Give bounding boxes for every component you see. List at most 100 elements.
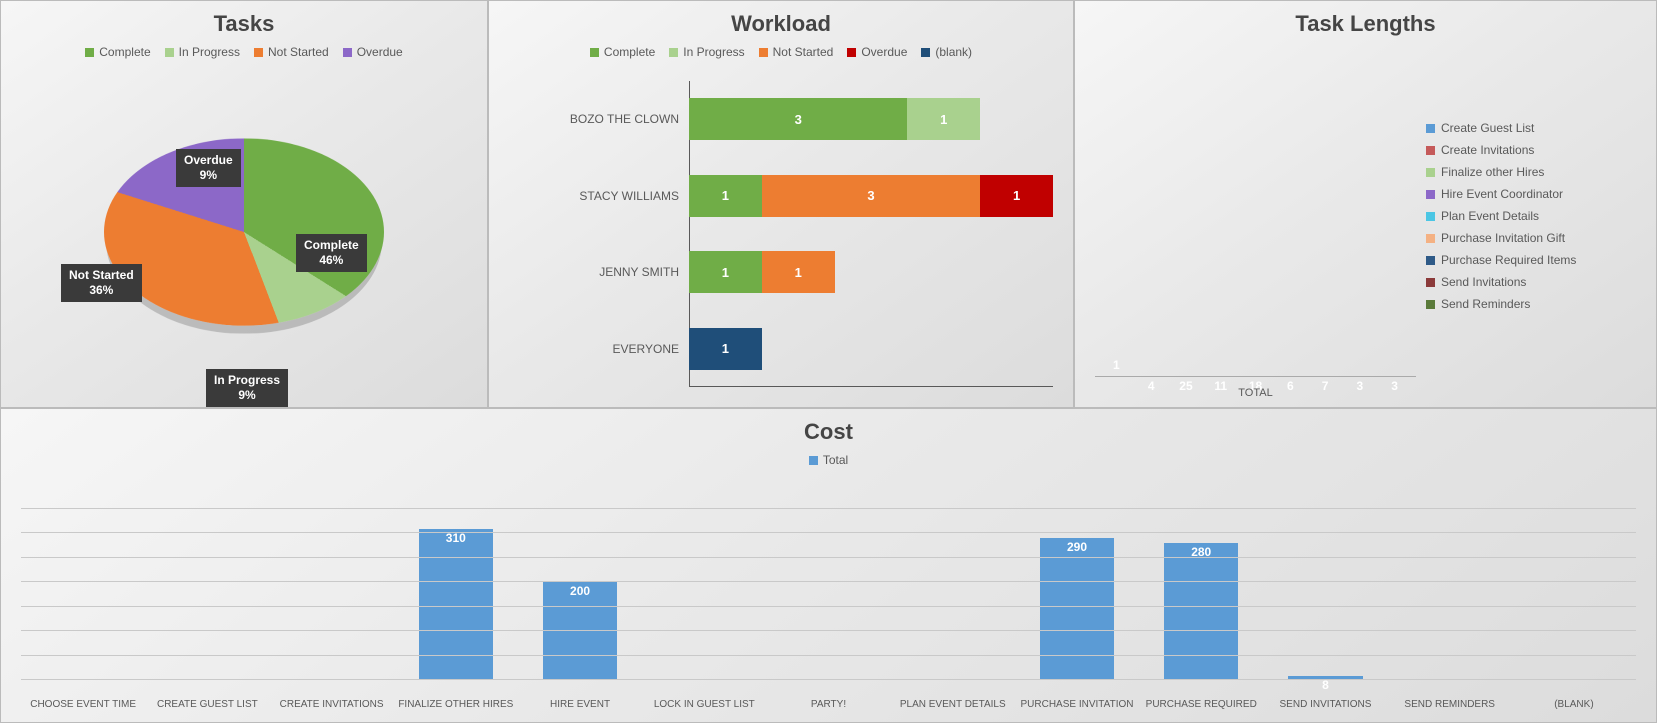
legend-item: Not Started <box>254 45 329 59</box>
cost-gridline <box>21 679 1636 680</box>
legend-swatch <box>343 48 352 57</box>
cost-category-label: HIRE EVENT <box>518 699 642 710</box>
legend-label: Purchase Invitation Gift <box>1441 231 1565 245</box>
cost-category-label: CREATE GUEST LIST <box>145 699 269 710</box>
legend-label: Total <box>823 453 848 467</box>
workload-row: JENNY SMITH11 <box>519 234 1053 311</box>
cost-category-label: PLAN EVENT DETAILS <box>891 699 1015 710</box>
cost-value: 200 <box>543 584 618 598</box>
legend-item: Send Reminders <box>1426 297 1646 311</box>
legend-swatch <box>1426 212 1435 221</box>
legend-swatch <box>1426 256 1435 265</box>
cost-value: 290 <box>1040 540 1115 554</box>
cost-category-label: SEND INVITATIONS <box>1263 699 1387 710</box>
workload-category-label: BOZO THE CLOWN <box>519 112 689 126</box>
workload-track: 131 <box>689 175 1053 217</box>
legend-swatch <box>1426 124 1435 133</box>
legend-label: Purchase Required Items <box>1441 253 1576 267</box>
cost-category-label: LOCK IN GUEST LIST <box>642 699 766 710</box>
cost-gridline <box>21 532 1636 533</box>
legend-item: Hire Event Coordinator <box>1426 187 1646 201</box>
cost-category-label: PURCHASE INVITATION <box>1015 699 1139 710</box>
legend-label: Not Started <box>268 45 329 59</box>
legend-item: Plan Event Details <box>1426 209 1646 223</box>
workload-segment: 1 <box>907 98 980 140</box>
cost-category-label: PURCHASE REQUIRED <box>1139 699 1263 710</box>
legend-swatch <box>1426 300 1435 309</box>
cost-legend: Total <box>1 453 1656 467</box>
cost-category-label: PARTY! <box>766 699 890 710</box>
pie-slice-label: In Progress9% <box>206 369 288 407</box>
legend-swatch <box>759 48 768 57</box>
legend-item: Overdue <box>343 45 403 59</box>
legend-item: In Progress <box>669 45 744 59</box>
tasklengths-xlabel: TOTAL <box>1095 387 1416 399</box>
legend-label: Complete <box>99 45 150 59</box>
cost-bar: 280 <box>1164 543 1239 680</box>
workload-title: Workload <box>489 11 1073 37</box>
tasklengths-title: Task Lengths <box>1075 11 1656 37</box>
cost-category-label: (BLANK) <box>1512 699 1636 710</box>
cost-title: Cost <box>1 419 1656 445</box>
legend-label: In Progress <box>179 45 240 59</box>
legend-item: Purchase Required Items <box>1426 253 1646 267</box>
pie-slice-label: Complete46% <box>296 234 367 272</box>
workload-track: 11 <box>689 251 1053 293</box>
cost-gridline <box>21 655 1636 656</box>
cost-panel: Cost Total 3102002902808 CHOOSE EVENT TI… <box>0 408 1657 723</box>
tasklengths-legend: Create Guest List Create Invitations Final… <box>1426 121 1646 319</box>
legend-item: Create Invitations <box>1426 143 1646 157</box>
workload-legend: Complete In Progress Not Started Overdue (bl… <box>489 45 1073 59</box>
legend-swatch <box>1426 168 1435 177</box>
workload-segment: 1 <box>980 175 1053 217</box>
legend-label: Plan Event Details <box>1441 209 1539 223</box>
workload-segment: 1 <box>689 251 762 293</box>
legend-label: Create Guest List <box>1441 121 1534 135</box>
legend-label: (blank) <box>935 45 972 59</box>
legend-label: Not Started <box>773 45 834 59</box>
cost-category-label: CREATE INVITATIONS <box>269 699 393 710</box>
workload-segment: 1 <box>689 175 762 217</box>
legend-item: Complete <box>590 45 655 59</box>
legend-swatch <box>590 48 599 57</box>
legend-label: Overdue <box>357 45 403 59</box>
legend-item: Purchase Invitation Gift <box>1426 231 1646 245</box>
legend-label: Finalize other Hires <box>1441 165 1544 179</box>
legend-label: Overdue <box>861 45 907 59</box>
legend-swatch <box>1426 190 1435 199</box>
legend-label: Hire Event Coordinator <box>1441 187 1563 201</box>
cost-bar: 310 <box>419 529 494 680</box>
legend-label: Complete <box>604 45 655 59</box>
legend-item: (blank) <box>921 45 972 59</box>
workload-category-label: EVERYONE <box>519 342 689 356</box>
cost-bar: 290 <box>1040 538 1115 680</box>
workload-track: 1 <box>689 328 1053 370</box>
workload-segment: 1 <box>689 328 762 370</box>
legend-swatch <box>1426 146 1435 155</box>
workload-row: BOZO THE CLOWN31 <box>519 81 1053 158</box>
cost-gridline <box>21 508 1636 509</box>
workload-segment: 3 <box>689 98 907 140</box>
pie-slice-label: Not Started36% <box>61 264 142 302</box>
legend-item: Create Guest List <box>1426 121 1646 135</box>
legend-swatch <box>809 456 818 465</box>
tasklengths-panel: Task Lengths 142511186733 TOTAL Create G… <box>1074 0 1657 408</box>
legend-item: Total <box>809 453 848 467</box>
legend-label: Create Invitations <box>1441 143 1534 157</box>
workload-row: STACY WILLIAMS131 <box>519 158 1053 235</box>
legend-label: In Progress <box>683 45 744 59</box>
tasklength-value: 1 <box>1101 358 1132 372</box>
legend-label: Send Invitations <box>1441 275 1526 289</box>
tasklengths-bars: 142511186733 <box>1095 91 1416 377</box>
cost-gridline <box>21 581 1636 582</box>
legend-item: Overdue <box>847 45 907 59</box>
cost-category-label: SEND REMINDERS <box>1388 699 1512 710</box>
tasks-title: Tasks <box>1 11 487 37</box>
tasks-panel: Tasks Complete In Progress Not Started Over… <box>0 0 488 408</box>
workload-bars: BOZO THE CLOWN31STACY WILLIAMS131JENNY S… <box>519 81 1053 387</box>
tasks-legend: Complete In Progress Not Started Overdue <box>1 45 487 59</box>
legend-swatch <box>921 48 930 57</box>
legend-swatch <box>85 48 94 57</box>
legend-item: Finalize other Hires <box>1426 165 1646 179</box>
cost-category-label: FINALIZE OTHER HIRES <box>394 699 518 710</box>
